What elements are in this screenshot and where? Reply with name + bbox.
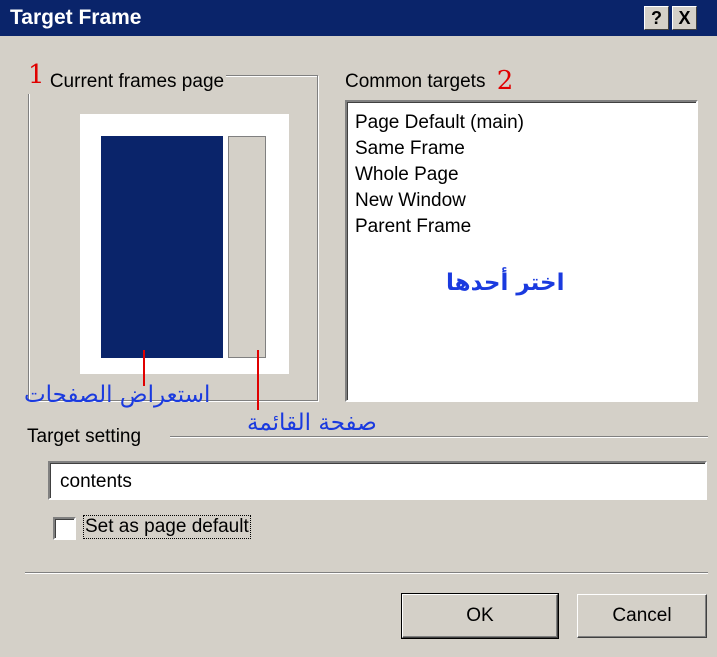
target-setting-line [170, 436, 708, 438]
title-bar[interactable]: Target Frame ? X [0, 0, 717, 36]
annotation-choose-one: اختر أحدها [446, 270, 565, 296]
annotation-pointer-side [257, 350, 259, 410]
page-default-checkbox[interactable] [53, 517, 76, 540]
annotation-main-frame: استعراض الصفحات [24, 382, 211, 408]
common-targets-label-text: Common targets [345, 71, 486, 92]
current-frames-label-text: Current frames page [49, 71, 225, 92]
target-setting-label: Target setting [27, 426, 142, 447]
target-setting-input[interactable]: contents [48, 461, 707, 500]
ok-button[interactable]: OK [401, 593, 559, 639]
close-button[interactable]: X [672, 6, 697, 30]
list-item-same-frame[interactable]: Same Frame [355, 138, 465, 160]
window-title: Target Frame [10, 6, 142, 29]
annotation-pointer-main [143, 350, 145, 386]
page-default-label[interactable]: Set as page default [83, 515, 251, 539]
help-button[interactable]: ? [644, 6, 669, 30]
current-frames-label: 1 Current frames page [26, 60, 227, 94]
list-item-parent-frame[interactable]: Parent Frame [355, 216, 471, 238]
main-frame-preview[interactable] [101, 136, 223, 358]
list-item-new-window[interactable]: New Window [355, 190, 466, 212]
side-frame-preview[interactable] [228, 136, 266, 358]
annotation-side-frame: صفحة القائمة [247, 410, 377, 436]
common-targets-list[interactable]: Page Default (main) Same Frame Whole Pag… [345, 100, 698, 402]
annotation-number-2: 2 [496, 66, 514, 96]
list-item-whole-page[interactable]: Whole Page [355, 164, 459, 186]
common-targets-label: Common targets 2 [345, 64, 514, 96]
list-item-page-default[interactable]: Page Default (main) [355, 112, 524, 134]
cancel-button[interactable]: Cancel [577, 594, 707, 638]
annotation-number-1: 1 [28, 60, 45, 90]
bottom-separator [25, 572, 708, 574]
